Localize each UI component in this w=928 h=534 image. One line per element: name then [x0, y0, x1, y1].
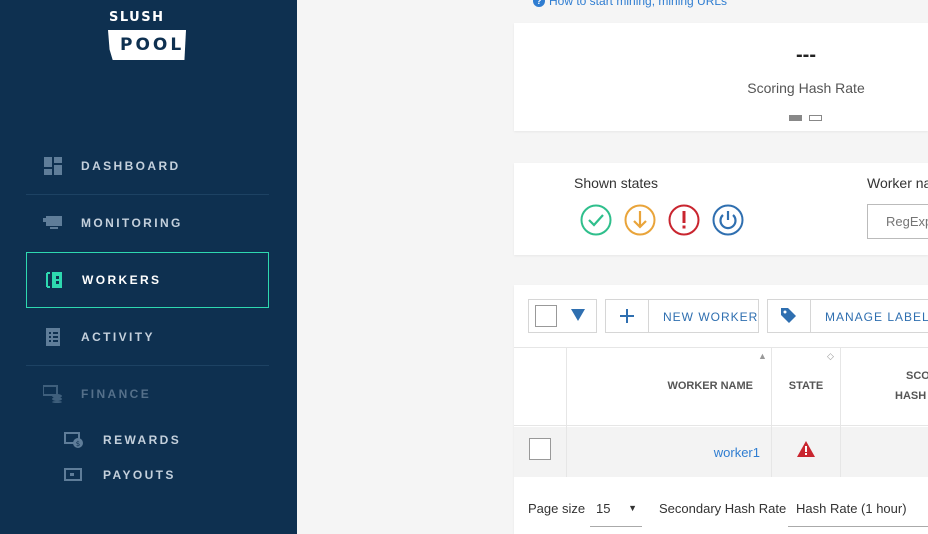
logo-top-text: SLUSH [109, 10, 165, 25]
dashboard-icon [43, 156, 63, 176]
nav-dashboard-label: DASHBOARD [81, 159, 181, 173]
worker-name-link[interactable]: worker1 [567, 445, 760, 460]
scoring-hash-rate-card [514, 23, 928, 131]
chevron-down-icon: ▼ [628, 503, 637, 513]
nav-payouts-label: PAYOUTS [103, 468, 176, 482]
secondary-hash-rate-select[interactable]: Hash Rate (1 hour) [788, 493, 928, 527]
nav-rewards-label: REWARDS [103, 433, 182, 447]
state-low-toggle-icon[interactable] [624, 204, 656, 236]
column-header-hash[interactable]: HASH [895, 390, 926, 402]
nav-payouts[interactable]: PAYOUTS [64, 465, 176, 485]
column-divider [771, 427, 772, 477]
button-divider [648, 300, 649, 332]
help-icon: ? [533, 0, 545, 7]
select-all-checkbox[interactable] [535, 305, 557, 327]
manage-labels-label: MANAGE LABELS [825, 310, 928, 324]
nav-activity[interactable]: ACTIVITY [26, 309, 269, 365]
nav-workers-label: WORKERS [82, 273, 162, 287]
nav-finance-label: FINANCE [81, 387, 152, 401]
state-off-toggle-icon[interactable] [712, 204, 744, 236]
column-header-state[interactable]: STATE [772, 380, 840, 392]
activity-icon [43, 327, 63, 347]
nav-monitoring-label: MONITORING [81, 216, 183, 230]
column-divider [840, 427, 841, 477]
state-ok-toggle-icon[interactable] [580, 204, 612, 236]
secondary-hash-rate-value: Hash Rate (1 hour) [796, 501, 907, 516]
button-divider [810, 300, 811, 332]
column-header-scoring[interactable]: SCO [906, 370, 928, 382]
svg-text:$: $ [76, 440, 80, 448]
warning-icon [797, 441, 815, 457]
state-error-toggle-icon[interactable] [668, 204, 700, 236]
help-link-text: How to start mining, mining URLs [549, 0, 728, 8]
nav-activity-label: ACTIVITY [81, 330, 155, 344]
help-link[interactable]: ? How to start mining, mining URLs [533, 0, 727, 8]
logo-bottom-text: POOL [108, 30, 186, 60]
page-size-value: 15 [596, 501, 611, 516]
carousel-dot[interactable] [809, 115, 822, 121]
plus-icon [620, 309, 634, 323]
slushpool-logo[interactable]: SLUSH POOL [108, 10, 188, 62]
sort-asc-icon[interactable]: ▲ [758, 351, 767, 361]
nav-dashboard[interactable]: DASHBOARD [26, 138, 269, 194]
caret-down-icon[interactable] [571, 308, 585, 322]
worker-name-regexp-input[interactable] [867, 204, 928, 239]
sort-icon[interactable]: ◇ [827, 351, 834, 362]
sidebar: SLUSH POOL DASHBOARD MONITORING WORKERS … [0, 0, 297, 534]
monitor-icon [43, 213, 63, 233]
nav-workers[interactable]: WORKERS [26, 252, 269, 308]
scoring-hash-rate-label: Scoring Hash Rate [747, 80, 865, 96]
payouts-icon [64, 468, 84, 482]
rewards-icon: $ [64, 432, 84, 448]
column-header-worker-name[interactable]: WORKER NAME [567, 380, 753, 392]
nav-monitoring[interactable]: MONITORING [26, 195, 269, 251]
new-worker-label: NEW WORKER [663, 310, 759, 324]
shown-states-label: Shown states [574, 175, 659, 191]
tag-icon [781, 308, 796, 323]
row-checkbox[interactable] [529, 438, 551, 460]
scoring-hash-rate-value: --- [796, 44, 816, 66]
nav-rewards[interactable]: $ REWARDS [64, 430, 181, 450]
finance-icon [43, 384, 63, 404]
nav-finance[interactable]: FINANCE [26, 366, 269, 422]
worker-name-filter-label: Worker na [867, 175, 928, 191]
workers-icon [44, 270, 64, 290]
carousel-dot-active[interactable] [789, 115, 802, 121]
secondary-hash-rate-label: Secondary Hash Rate [659, 501, 787, 516]
page-size-label: Page size [528, 501, 586, 516]
page-size-select[interactable]: 15 ▼ [590, 493, 642, 527]
